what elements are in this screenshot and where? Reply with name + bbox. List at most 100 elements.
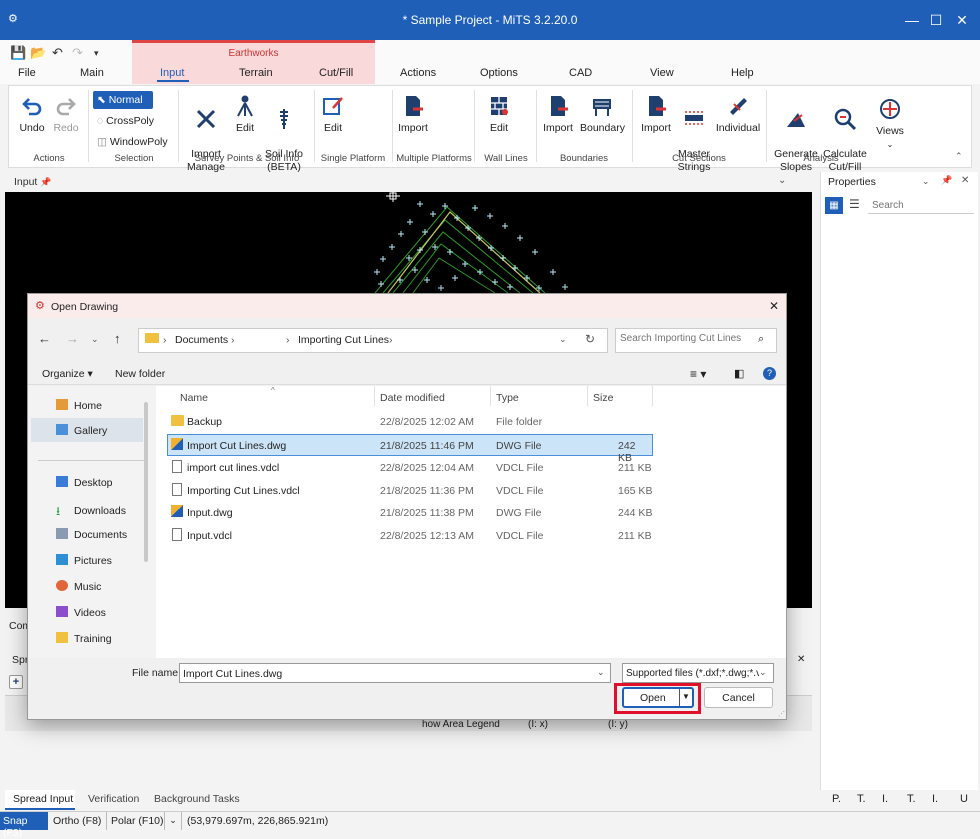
redo-button[interactable]: Redo bbox=[48, 94, 84, 135]
file-name-input[interactable]: Import Cut Lines.dwg ⌄ bbox=[179, 663, 611, 683]
minimize-button[interactable]: — bbox=[902, 10, 922, 30]
tab-file[interactable]: File bbox=[18, 67, 36, 79]
tab-i2[interactable]: I. bbox=[932, 793, 938, 805]
tab-t2[interactable]: T. bbox=[907, 793, 916, 805]
open-button[interactable]: Open ▼ bbox=[622, 687, 694, 708]
nav-videos[interactable]: Videos bbox=[56, 606, 106, 619]
properties-search-input[interactable] bbox=[868, 197, 974, 214]
views-button[interactable]: Views ⌄ bbox=[874, 97, 906, 151]
spread-close-icon[interactable]: ✕ bbox=[797, 654, 805, 665]
refresh-icon[interactable]: ↻ bbox=[585, 332, 595, 346]
nav-training[interactable]: Training bbox=[56, 632, 112, 645]
tab-u[interactable]: U bbox=[960, 793, 968, 805]
nav-home[interactable]: Home bbox=[56, 399, 102, 412]
alphabetical-view-icon[interactable]: ☰ bbox=[849, 197, 860, 211]
column-type[interactable]: Type bbox=[496, 392, 519, 404]
iy-cell[interactable]: (I: y) bbox=[608, 719, 628, 730]
redo-icon[interactable]: ↷ bbox=[72, 45, 83, 61]
file-type-filter[interactable]: Supported files (*.dxf;*.dwg;*.vc ⌄ bbox=[622, 663, 774, 683]
tab-verification[interactable]: Verification bbox=[88, 793, 139, 805]
tab-spread-input[interactable]: Spread Input bbox=[5, 790, 75, 810]
file-name-dropdown-icon[interactable]: ⌄ bbox=[597, 667, 605, 678]
dialog-search-input[interactable] bbox=[620, 333, 750, 344]
breadcrumb-documents[interactable]: Documents bbox=[175, 334, 228, 346]
properties-dropdown-icon[interactable]: ⌄ bbox=[922, 176, 930, 187]
pin-icon[interactable]: 📌 bbox=[40, 177, 51, 187]
preview-pane-icon[interactable]: ◧ bbox=[734, 367, 744, 380]
maximize-button[interactable]: ☐ bbox=[926, 10, 946, 30]
single-platform-edit-button[interactable]: Edit bbox=[318, 94, 348, 135]
close-button[interactable]: ✕ bbox=[952, 10, 972, 30]
dialog-search-box[interactable]: ⌕ bbox=[615, 328, 777, 353]
multiple-platform-import-button[interactable]: Import bbox=[396, 94, 430, 135]
nav-documents[interactable]: Documents bbox=[56, 528, 127, 541]
up-arrow-icon[interactable]: ↑ bbox=[114, 331, 121, 346]
tab-main[interactable]: Main bbox=[80, 67, 104, 79]
nav-desktop[interactable]: Desktop bbox=[56, 476, 113, 489]
tab-t1[interactable]: T. bbox=[857, 793, 866, 805]
customize-icon[interactable]: ▾ bbox=[94, 48, 99, 59]
help-icon[interactable]: ? bbox=[763, 367, 776, 380]
nav-scrollbar[interactable] bbox=[144, 402, 148, 562]
show-area-legend-cell[interactable]: how Area Legend bbox=[422, 719, 500, 730]
file-row[interactable]: Input.dwg 21/8/2025 11:38 PM DWG File 24… bbox=[167, 502, 653, 524]
cut-sections-import-button[interactable]: Import bbox=[639, 94, 673, 135]
open-dropdown-icon[interactable]: ▼ bbox=[682, 692, 690, 701]
ortho-toggle[interactable]: Ortho (F8) bbox=[53, 815, 101, 827]
column-date[interactable]: Date modified bbox=[380, 392, 445, 404]
properties-close-icon[interactable]: ✕ bbox=[961, 175, 969, 186]
tab-i1[interactable]: I. bbox=[882, 793, 888, 805]
organize-button[interactable]: Organize ▾ bbox=[42, 368, 93, 380]
address-bar[interactable]: › Documents › › Importing Cut Lines › ⌄ … bbox=[138, 328, 608, 353]
undo-icon[interactable]: ↶ bbox=[52, 45, 63, 61]
nav-downloads[interactable]: ⭳ Downloads bbox=[56, 502, 126, 518]
column-name[interactable]: Name bbox=[180, 392, 208, 404]
windowpoly-button[interactable]: ◫ WindowPoly bbox=[97, 136, 168, 148]
nav-gallery[interactable]: Gallery bbox=[56, 424, 107, 437]
snap-toggle[interactable]: Snap (F3) bbox=[0, 812, 48, 839]
tab-input[interactable]: Input bbox=[160, 67, 184, 79]
tab-options[interactable]: Options bbox=[480, 67, 518, 79]
file-row[interactable]: Importing Cut Lines.vdcl 21/8/2025 11:36… bbox=[167, 480, 653, 502]
undo-button[interactable]: Undo bbox=[14, 94, 50, 135]
input-panel-tab[interactable]: Input 📌 bbox=[14, 176, 52, 188]
individual-button[interactable]: Individual bbox=[715, 94, 761, 135]
filter-dropdown-icon[interactable]: ⌄ bbox=[759, 667, 767, 678]
resize-grip-icon[interactable]: ⋰ bbox=[778, 710, 785, 718]
back-arrow-icon[interactable]: ← bbox=[38, 331, 51, 346]
nav-music[interactable]: Music bbox=[56, 580, 101, 593]
collapse-ribbon-icon[interactable]: ⌃ bbox=[955, 151, 963, 162]
normal-selection-button[interactable]: ⬉ Normal bbox=[93, 91, 153, 109]
open-icon[interactable]: 📂 bbox=[30, 45, 46, 61]
dialog-close-icon[interactable]: ✕ bbox=[769, 299, 779, 313]
tab-view[interactable]: View bbox=[650, 67, 674, 79]
save-icon[interactable]: 💾 bbox=[10, 45, 26, 61]
add-row-icon[interactable]: + bbox=[9, 675, 23, 689]
polar-dropdown-icon[interactable]: ⌄ bbox=[164, 812, 182, 830]
panel-dropdown-icon[interactable]: ⌄ bbox=[778, 175, 786, 186]
file-row[interactable]: Input.vdcl 22/8/2025 12:13 AM VDCL File … bbox=[167, 525, 653, 547]
polar-toggle[interactable]: Polar (F10) bbox=[111, 815, 164, 827]
tab-cutfill[interactable]: Cut/Fill bbox=[319, 67, 353, 79]
forward-arrow-icon[interactable]: → bbox=[66, 331, 79, 346]
tab-background-tasks[interactable]: Background Tasks bbox=[154, 793, 240, 805]
boundary-button[interactable]: Boundary bbox=[580, 94, 625, 135]
boundaries-import-button[interactable]: Import bbox=[541, 94, 575, 135]
file-row-backup[interactable]: Backup 22/8/2025 12:02 AM File folder bbox=[167, 411, 653, 433]
ix-cell[interactable]: (I: x) bbox=[528, 719, 548, 730]
view-options-icon[interactable]: ≡ ▾ bbox=[690, 367, 706, 381]
properties-pin-icon[interactable]: 📌 bbox=[941, 175, 952, 186]
file-row-selected[interactable]: Import Cut Lines.dwg 21/8/2025 11:46 PM … bbox=[167, 434, 653, 464]
breadcrumb-current[interactable]: Importing Cut Lines bbox=[298, 334, 389, 346]
wall-lines-edit-button[interactable]: Edit bbox=[484, 94, 514, 135]
file-row[interactable]: import cut lines.vdcl 22/8/2025 12:04 AM… bbox=[167, 457, 653, 479]
crosspoly-button[interactable]: ◌ CrossPoly bbox=[97, 115, 154, 127]
tab-help[interactable]: Help bbox=[731, 67, 754, 79]
address-dropdown-icon[interactable]: ⌄ bbox=[559, 334, 567, 345]
tab-cad[interactable]: CAD bbox=[569, 67, 592, 79]
tab-p[interactable]: P. bbox=[832, 793, 841, 805]
categorized-view-icon[interactable]: ▦ bbox=[825, 197, 843, 214]
cancel-button[interactable]: Cancel bbox=[704, 687, 773, 708]
tab-terrain[interactable]: Terrain bbox=[239, 67, 273, 79]
recent-locations-icon[interactable]: ⌄ bbox=[91, 334, 99, 345]
